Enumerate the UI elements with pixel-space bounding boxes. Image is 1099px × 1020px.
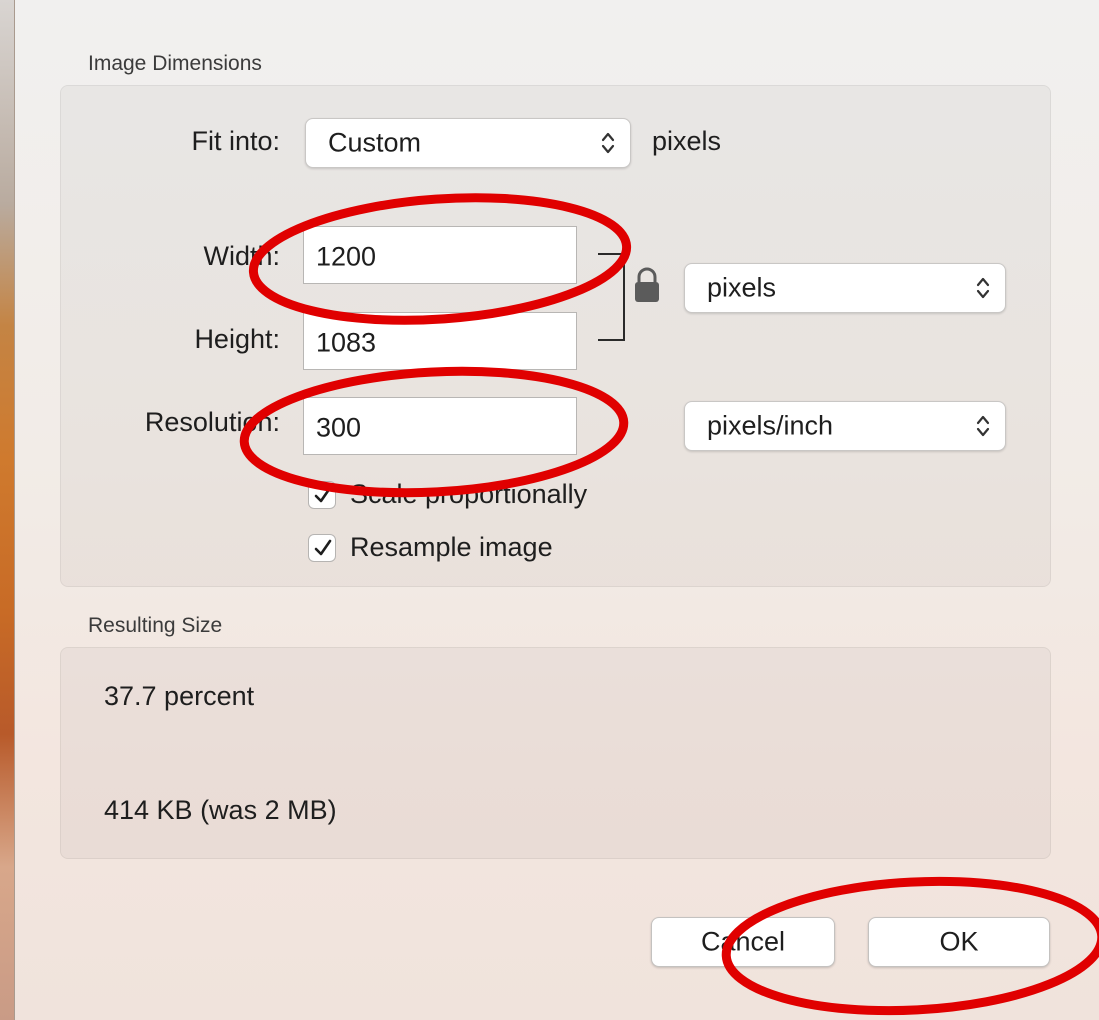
fit-into-popup[interactable]: Custom <box>305 118 631 168</box>
resolution-label: Resolution: <box>144 407 280 437</box>
resulting-size-group <box>60 647 1051 859</box>
fit-into-unit-label: pixels <box>652 126 722 156</box>
resulting-file-size: 414 KB (was 2 MB) <box>104 795 337 825</box>
ok-button[interactable]: OK <box>868 917 1050 967</box>
cancel-button-label: Cancel <box>700 926 786 957</box>
resolution-field[interactable]: 300 <box>303 397 577 455</box>
checkmark-icon <box>314 539 332 556</box>
desktop-background-strip <box>0 0 15 1020</box>
updown-chevron-icon <box>976 415 990 437</box>
cancel-button[interactable]: Cancel <box>651 917 835 967</box>
scale-proportionally-checkbox[interactable]: Scale proportionally <box>308 479 688 513</box>
resulting-percent: 37.7 percent <box>104 681 255 711</box>
scale-proportionally-label: Scale proportionally <box>350 479 588 509</box>
width-field[interactable]: 1200 <box>303 226 577 284</box>
resample-image-label: Resample image <box>350 532 553 562</box>
resulting-size-title: Resulting Size <box>88 614 223 637</box>
height-value: 1083 <box>316 327 377 358</box>
height-field[interactable]: 1083 <box>303 312 577 370</box>
fit-into-label: Fit into: <box>191 126 280 156</box>
checkbox-box[interactable] <box>308 481 336 509</box>
fit-into-value: Custom <box>328 127 422 158</box>
lock-icon[interactable] <box>632 266 662 304</box>
resolution-unit-value: pixels/inch <box>707 410 834 441</box>
size-unit-value: pixels <box>707 272 777 303</box>
image-size-dialog: Image Dimensions Fit into: Custom pixels… <box>0 0 1099 1020</box>
resolution-value: 300 <box>316 412 362 443</box>
resolution-unit-popup[interactable]: pixels/inch <box>684 401 1006 451</box>
size-unit-popup[interactable]: pixels <box>684 263 1006 313</box>
width-value: 1200 <box>316 241 377 272</box>
width-label: Width: <box>203 241 280 271</box>
resample-image-checkbox[interactable]: Resample image <box>308 532 688 566</box>
updown-chevron-icon <box>976 277 990 299</box>
checkmark-icon <box>314 486 332 503</box>
updown-chevron-icon <box>601 132 615 154</box>
checkbox-box[interactable] <box>308 534 336 562</box>
ok-button-label: OK <box>939 926 979 957</box>
image-dimensions-title: Image Dimensions <box>88 52 262 75</box>
height-label: Height: <box>194 324 280 354</box>
